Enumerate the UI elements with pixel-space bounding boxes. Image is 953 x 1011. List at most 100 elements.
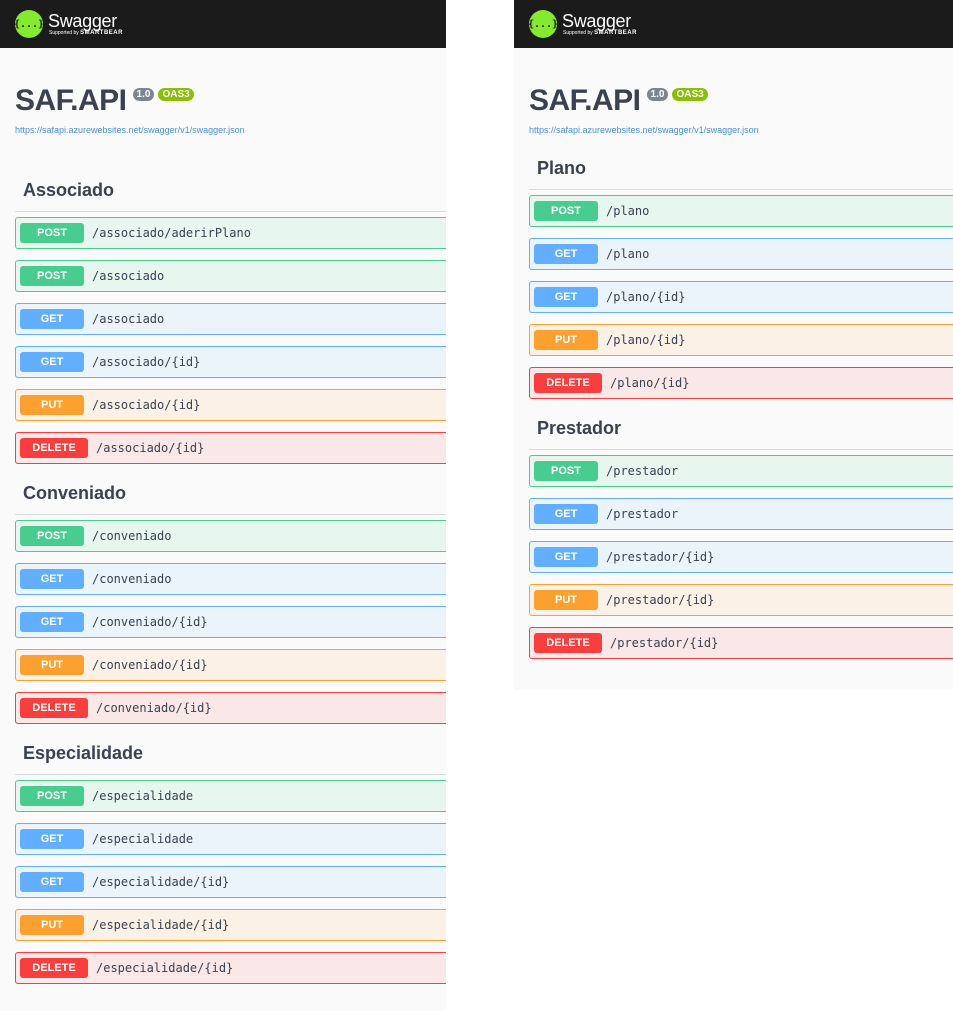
swagger-panel-left: {...} Swagger Supported by SMARTBEAR SAF… [0, 0, 446, 1011]
operation-path: /associado/{id} [92, 398, 201, 412]
method-badge: DELETE [534, 373, 602, 393]
operation-path: /plano/{id} [610, 376, 690, 390]
spec-url-link[interactable]: https://safapi.azurewebsites.net/swagger… [529, 125, 759, 135]
operation-post[interactable]: POST/conveniado [15, 520, 446, 552]
operation-path: /conveniado/{id} [96, 701, 212, 715]
tag-section-conveniado: Conveniado POST/conveniado GET/conveniado G… [0, 472, 446, 724]
info-section: SAF.API 1.0 OAS3 https://safapi.azureweb… [514, 48, 953, 153]
topbar: {...} Swagger Supported by SMARTBEAR [0, 0, 446, 48]
operation-path: /prestador/{id} [606, 550, 715, 564]
operation-post[interactable]: POST/associado/aderirPlano [15, 217, 446, 249]
method-badge: GET [20, 309, 84, 329]
method-badge: POST [20, 526, 84, 546]
operations-list: Associado POST/associado/aderirPlano POST /… [0, 169, 446, 984]
method-badge: PUT [534, 590, 598, 610]
version-badge: 1.0 [132, 88, 155, 101]
operation-path: /conveniado [92, 529, 172, 543]
operation-put[interactable]: PUT/prestador/{id} [529, 584, 953, 616]
method-badge: POST [534, 201, 598, 221]
operation-get[interactable]: GET/especialidade [15, 823, 446, 855]
operation-path: /plano/{id} [606, 333, 686, 347]
method-badge: GET [20, 352, 84, 372]
method-badge: GET [534, 287, 598, 307]
operation-path: /associado/aderirPlano [92, 226, 251, 240]
logo-name: Swagger [562, 10, 631, 31]
method-badge: POST [534, 461, 598, 481]
method-badge: GET [20, 612, 84, 632]
operation-put[interactable]: PUT/especialidade/{id} [15, 909, 446, 941]
tag-section-especialidade: Especialidade POST/especialidade GET/espec… [0, 732, 446, 984]
info-section: SAF.API 1.0 OAS3 https://safapi.azureweb… [0, 48, 446, 153]
operation-post[interactable]: POST/especialidade [15, 780, 446, 812]
api-title-row: SAF.API 1.0 OAS3 [529, 84, 708, 118]
operation-path: /prestador/{id} [606, 593, 715, 607]
operation-delete[interactable]: DELETE/associado/{id} [15, 432, 446, 464]
tag-header[interactable]: Associado [15, 169, 446, 212]
operation-get[interactable]: GET/plano [529, 238, 953, 270]
operations-list: Plano POST/plano GET/plano GET/plano/{id} PU… [514, 147, 953, 659]
method-badge: GET [20, 829, 84, 849]
operation-path: /conveniado/{id} [92, 658, 208, 672]
operation-get[interactable]: GET/prestador [529, 498, 953, 530]
method-badge: GET [534, 244, 598, 264]
operation-path: /associado/{id} [96, 441, 205, 455]
oas-badge: OAS3 [672, 88, 708, 101]
swagger-panel-right: {...} Swagger Supported by SMARTBEAR SAF… [514, 0, 953, 690]
operation-get[interactable]: GET/especialidade/{id} [15, 866, 446, 898]
swagger-logo-icon[interactable]: {...} [14, 10, 44, 38]
swagger-logo-icon[interactable]: {...} [528, 10, 558, 38]
operation-get[interactable]: GET/associado [15, 303, 446, 335]
operation-path: /associado [92, 269, 165, 283]
tag-section-prestador: Prestador POST/prestador GET/prestador GET /… [514, 407, 953, 659]
operation-delete[interactable]: DELETE/especialidade/{id} [15, 952, 446, 984]
operation-path: /especialidade [92, 832, 194, 846]
operation-path: /especialidade/{id} [92, 875, 230, 889]
operation-get[interactable]: GET/conveniado [15, 563, 446, 595]
operation-post[interactable]: POST/associado [15, 260, 446, 292]
operation-delete[interactable]: DELETE/conveniado/{id} [15, 692, 446, 724]
api-title-row: SAF.API 1.0 OAS3 [15, 84, 194, 118]
method-badge: PUT [20, 395, 84, 415]
method-badge: POST [20, 786, 84, 806]
operation-path: /plano [606, 204, 650, 218]
operation-get[interactable]: GET/associado/{id} [15, 346, 446, 378]
operation-post[interactable]: POST/prestador [529, 455, 953, 487]
method-badge: PUT [20, 915, 84, 935]
operation-delete[interactable]: DELETE/prestador/{id} [529, 627, 953, 659]
operation-get[interactable]: GET/prestador/{id} [529, 541, 953, 573]
method-badge: POST [20, 266, 84, 286]
method-badge: POST [20, 223, 84, 243]
logo-subtitle: Supported by SMARTBEAR [563, 29, 637, 36]
operation-put[interactable]: PUT/conveniado/{id} [15, 649, 446, 681]
operation-path: /prestador/{id} [610, 636, 719, 650]
method-badge: DELETE [20, 698, 88, 718]
logo-name: Swagger [48, 10, 117, 31]
operation-delete[interactable]: DELETE/plano/{id} [529, 367, 953, 399]
tag-header[interactable]: Plano [529, 147, 953, 190]
method-badge: DELETE [20, 958, 88, 978]
operation-path: /especialidade/{id} [92, 918, 230, 932]
operation-get[interactable]: GET/plano/{id} [529, 281, 953, 313]
operation-put[interactable]: PUT/associado/{id} [15, 389, 446, 421]
operation-path: /associado/{id} [92, 355, 201, 369]
tag-header[interactable]: Conveniado [15, 472, 446, 515]
operation-post[interactable]: POST/plano [529, 195, 953, 227]
method-badge: GET [534, 547, 598, 567]
tag-header[interactable]: Prestador [529, 407, 953, 450]
operation-path: /associado [92, 312, 165, 326]
oas-badge: OAS3 [158, 88, 194, 101]
operation-get[interactable]: GET/conveniado/{id} [15, 606, 446, 638]
method-badge: GET [20, 872, 84, 892]
method-badge: PUT [20, 655, 84, 675]
tag-section-associado: Associado POST/associado/aderirPlano POST /… [0, 169, 446, 464]
logo-text: Swagger Supported by SMARTBEAR [48, 12, 123, 37]
method-badge: DELETE [534, 633, 602, 653]
operation-path: /prestador [606, 464, 679, 478]
logo-subtitle: Supported by SMARTBEAR [49, 29, 123, 36]
tag-header[interactable]: Especialidade [15, 732, 446, 775]
operation-path: /plano/{id} [606, 290, 686, 304]
method-badge: GET [534, 504, 598, 524]
operation-put[interactable]: PUT/plano/{id} [529, 324, 953, 356]
spec-url-link[interactable]: https://safapi.azurewebsites.net/swagger… [15, 125, 245, 135]
operation-path: /especialidade/{id} [96, 961, 234, 975]
